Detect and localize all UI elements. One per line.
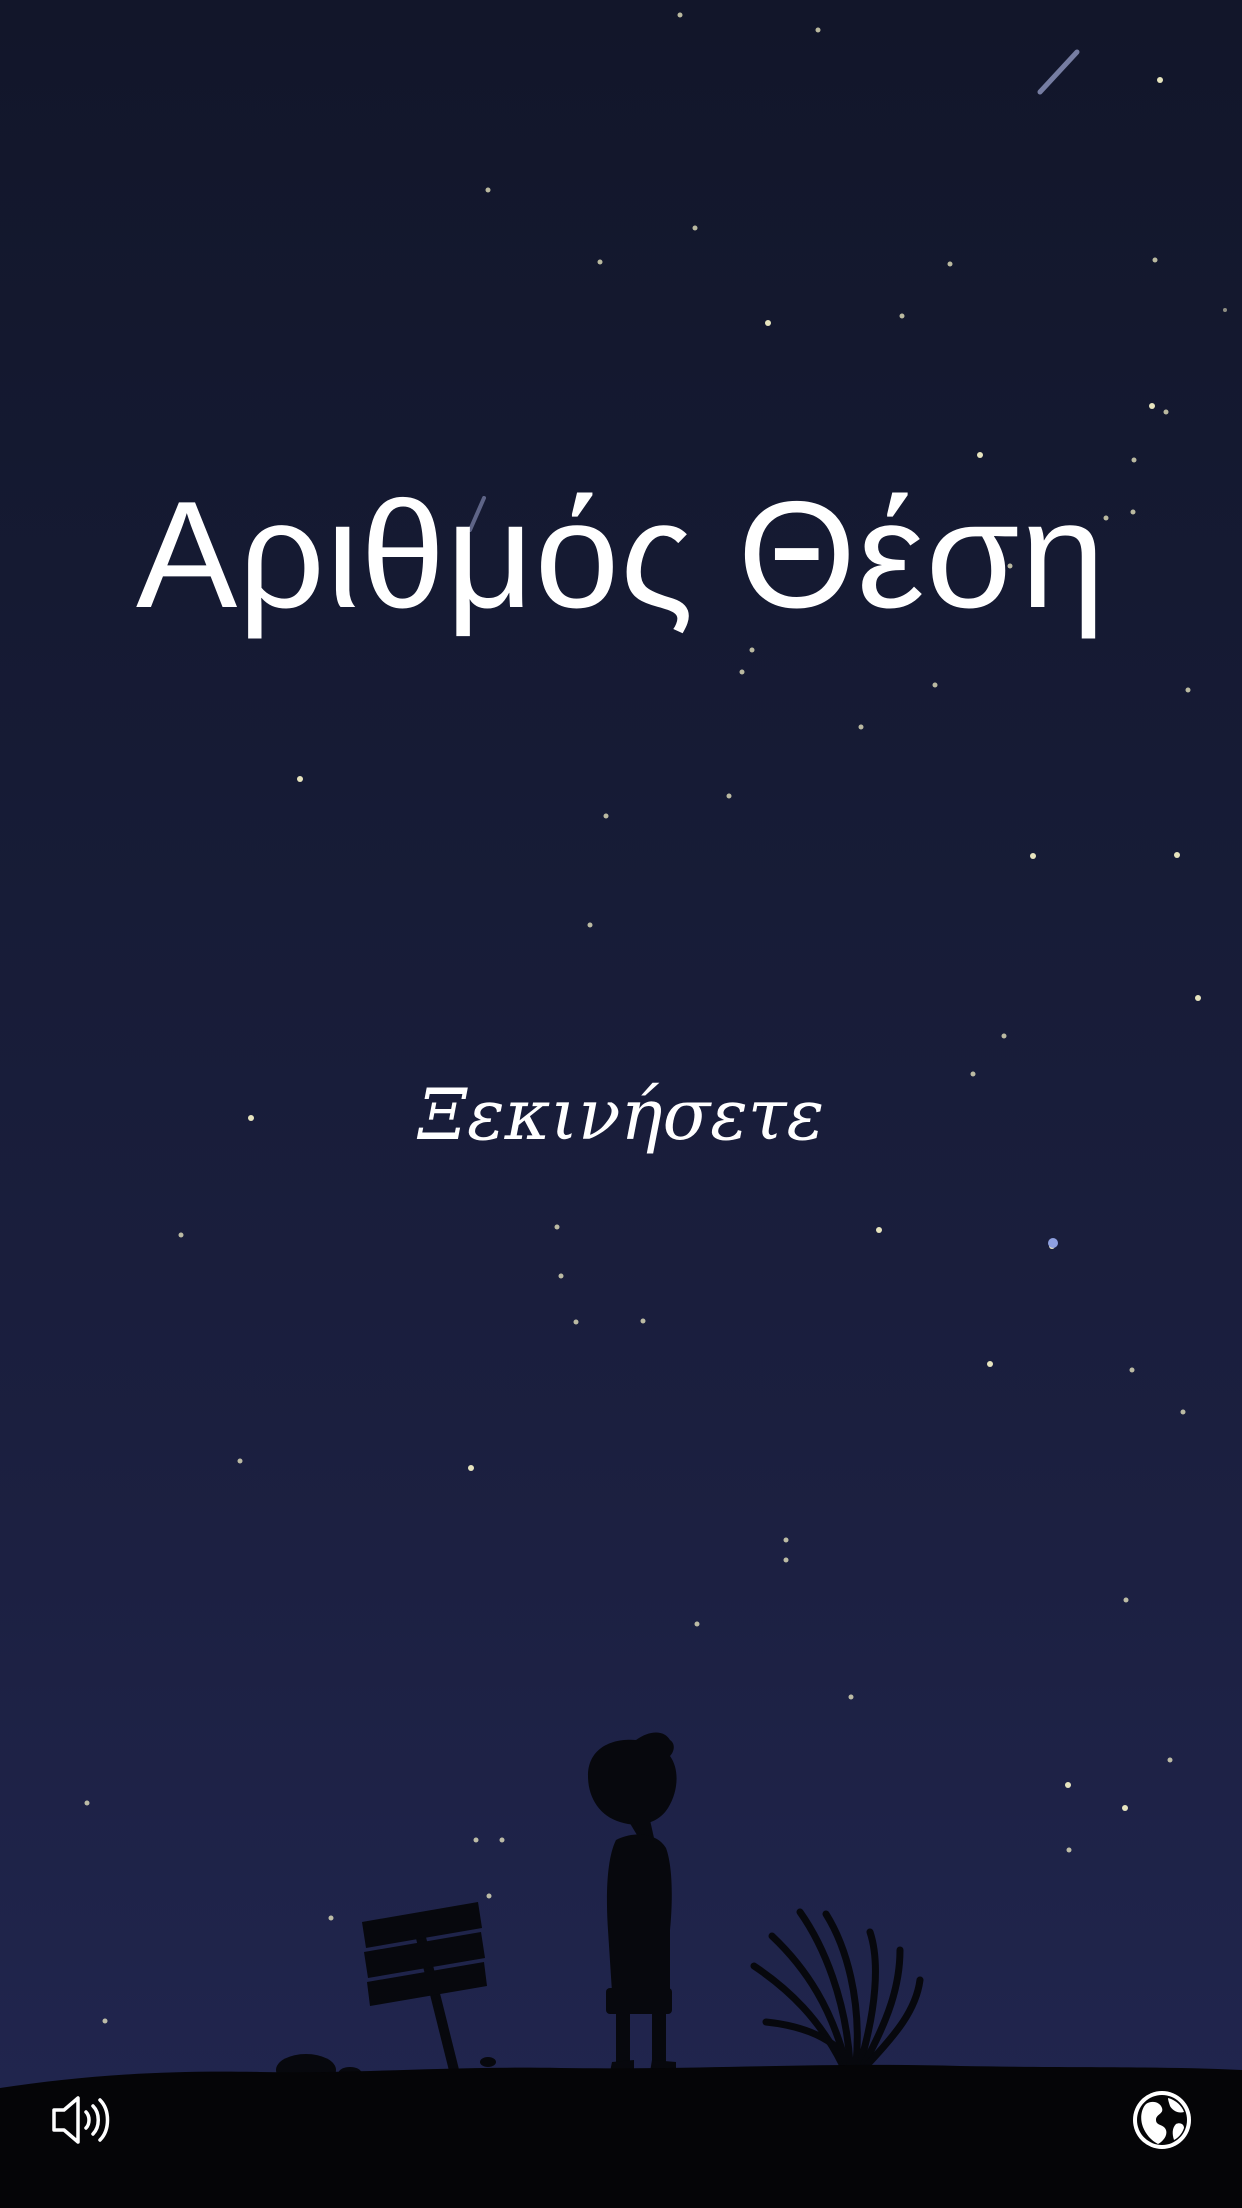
star <box>1123 1597 1129 1603</box>
star <box>899 313 905 319</box>
star <box>739 669 745 675</box>
sound-button[interactable] <box>44 2084 116 2156</box>
star <box>947 261 953 267</box>
star <box>297 776 303 782</box>
star <box>970 1071 976 1077</box>
star <box>248 1115 254 1121</box>
star <box>692 225 698 231</box>
star <box>783 1537 789 1543</box>
star <box>1157 77 1163 83</box>
star <box>640 1318 646 1324</box>
star <box>1223 308 1227 312</box>
star <box>1048 1238 1058 1248</box>
grass-tuft <box>750 1908 924 2068</box>
ground <box>0 2064 1242 2208</box>
star <box>765 320 771 326</box>
game-title: Αριθμός Θέση <box>135 470 1107 640</box>
star <box>178 1232 184 1238</box>
star <box>485 187 491 193</box>
star <box>597 259 603 265</box>
language-button[interactable] <box>1126 2084 1198 2156</box>
star <box>848 1694 854 1700</box>
star <box>237 1458 243 1464</box>
star <box>1185 687 1191 693</box>
star <box>1195 995 1201 1001</box>
star <box>558 1273 564 1279</box>
star <box>1163 409 1169 415</box>
start-button[interactable]: Ξεκινήσετε <box>320 1055 922 1175</box>
star <box>749 647 755 653</box>
star <box>815 27 821 33</box>
star <box>1152 257 1158 263</box>
star <box>726 793 732 799</box>
rock <box>480 2057 496 2067</box>
star <box>554 1224 560 1230</box>
signpost <box>362 1902 487 2089</box>
star <box>603 813 609 819</box>
star <box>783 1557 789 1563</box>
star <box>573 1319 579 1325</box>
ground-scene <box>0 1732 1242 2208</box>
star <box>1174 852 1180 858</box>
boy-silhouette <box>588 1732 677 2072</box>
star <box>932 682 938 688</box>
star <box>694 1621 700 1627</box>
star <box>677 12 683 18</box>
globe-icon <box>1133 2091 1191 2149</box>
speaker-volume-icon <box>52 2096 110 2144</box>
star <box>858 724 864 730</box>
star <box>1131 457 1137 463</box>
star <box>1149 403 1155 409</box>
shooting-star <box>1037 49 1080 95</box>
star <box>1180 1409 1186 1415</box>
star <box>977 452 983 458</box>
star <box>468 1465 474 1471</box>
star <box>587 922 593 928</box>
star <box>1030 853 1036 859</box>
game-screen: Αριθμός Θέση Ξεκινήσετε <box>0 0 1242 2208</box>
star <box>876 1227 882 1233</box>
star <box>1129 1367 1135 1373</box>
star <box>1001 1033 1007 1039</box>
star <box>987 1361 993 1367</box>
